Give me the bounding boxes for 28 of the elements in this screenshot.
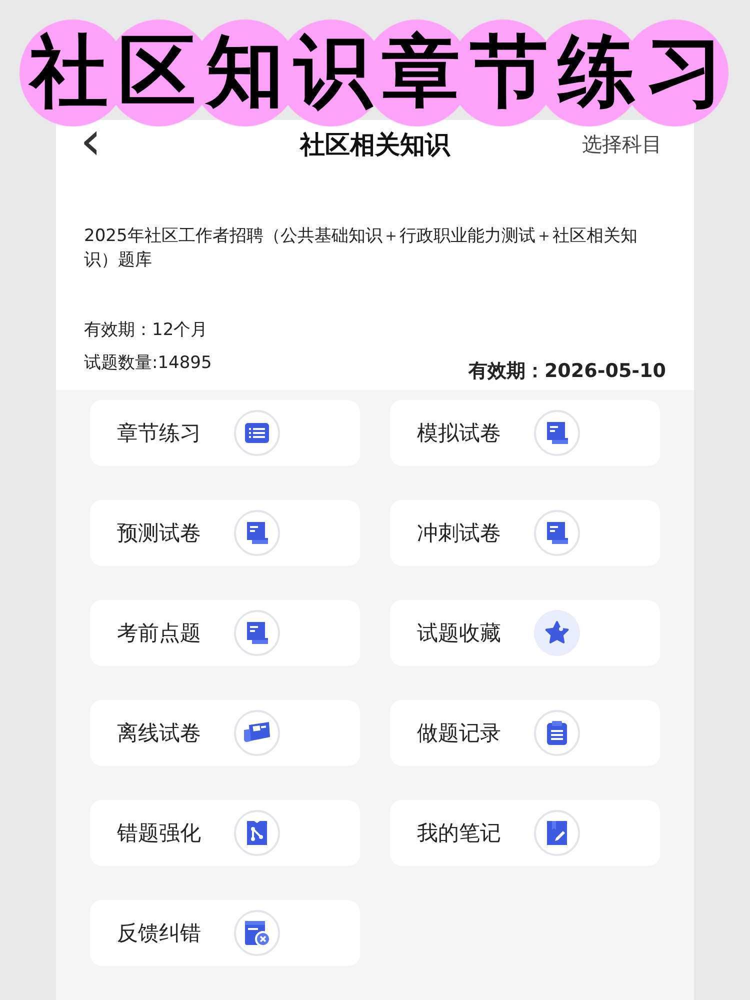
list-icon bbox=[244, 420, 270, 446]
menu-card[interactable]: 错题强化 bbox=[90, 800, 360, 866]
star-icon bbox=[544, 620, 570, 646]
menu-card[interactable]: 考前点题 bbox=[90, 600, 360, 666]
page-title: 社区相关知识 bbox=[300, 130, 450, 158]
branch-icon bbox=[245, 820, 269, 846]
validity-period: 有效期：12个月 bbox=[84, 319, 209, 341]
expiry-date: 有效期：2026-05-10 bbox=[468, 359, 666, 384]
note-pen-icon bbox=[545, 820, 569, 846]
title-banner: 社区知识章节练习 bbox=[18, 18, 730, 128]
menu-card[interactable]: 反馈纠错 bbox=[90, 900, 360, 966]
clipboard-icon bbox=[544, 720, 570, 746]
menu-card[interactable]: 离线试卷 bbox=[90, 700, 360, 766]
document-icon bbox=[244, 620, 270, 646]
menu-card[interactable]: 做题记录 bbox=[390, 700, 660, 766]
menu-card[interactable]: 冲刺试卷 bbox=[390, 500, 660, 566]
question-count: 试题数量:14895 bbox=[84, 352, 212, 374]
document-icon bbox=[544, 520, 570, 546]
menu-card[interactable]: 章节练习 bbox=[90, 400, 360, 466]
document-icon bbox=[544, 420, 570, 446]
select-subject-link[interactable]: 选择科目 bbox=[582, 130, 662, 158]
course-name: 2025年社区工作者招聘（公共基础知识＋行政职业能力测试＋社区相关知识）题库 bbox=[84, 225, 638, 272]
menu-card[interactable]: 模拟试卷 bbox=[390, 400, 660, 466]
menu-card[interactable]: 我的笔记 bbox=[390, 800, 660, 866]
menu-card[interactable]: 试题收藏 bbox=[390, 600, 660, 666]
document-icon bbox=[244, 520, 270, 546]
feedback-icon bbox=[243, 919, 271, 947]
menu-card[interactable]: 预测试卷 bbox=[90, 500, 360, 566]
